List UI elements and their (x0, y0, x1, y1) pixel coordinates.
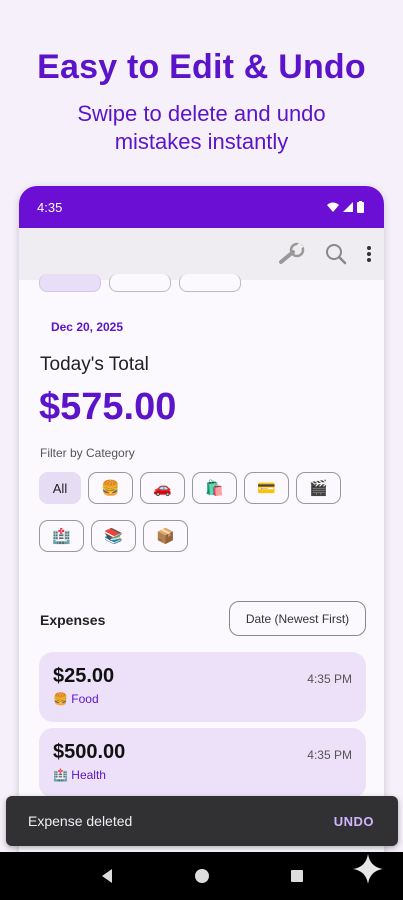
signal-icon (343, 202, 353, 212)
more-vert-icon[interactable] (366, 245, 372, 263)
sparkle-icon (353, 854, 383, 884)
expense-category: 🏥 Health (53, 768, 106, 782)
promo-title: Easy to Edit & Undo (37, 48, 366, 86)
top-chips-peek (39, 274, 241, 292)
promo-subtitle: Swipe to delete and undo mistakes instan… (0, 100, 403, 156)
category-chip-all[interactable]: All (39, 472, 81, 504)
category-chip-shopping[interactable]: 🛍️ (192, 472, 237, 504)
status-icons (327, 201, 364, 213)
category-chip-bills[interactable]: 💳 (244, 472, 289, 504)
snackbar-message: Expense deleted (28, 813, 133, 829)
category-chip-health[interactable]: 🏥 (39, 520, 84, 552)
search-icon[interactable] (324, 242, 348, 266)
home-icon[interactable] (194, 868, 210, 884)
expense-category: 🍔 Food (53, 692, 99, 706)
sort-button[interactable]: Date (Newest First) (229, 601, 366, 636)
total-value: $575.00 (39, 386, 177, 428)
app-bar (19, 228, 384, 292)
date-selector[interactable]: Dec 20, 2025 (39, 314, 135, 340)
category-chip-food[interactable]: 🍔 (88, 472, 133, 504)
category-row-1: All 🍔 🚗 🛍️ 💳 🎬 (39, 472, 341, 504)
category-chip-education[interactable]: 📚 (91, 520, 136, 552)
promo-subtitle-line1: Swipe to delete and undo (77, 101, 326, 126)
category-chip-other[interactable]: 📦 (143, 520, 188, 552)
system-nav-bar (0, 852, 403, 900)
expense-time: 4:35 PM (307, 672, 352, 686)
wrench-icon[interactable] (278, 242, 306, 266)
status-time: 4:35 (37, 199, 63, 215)
expense-time: 4:35 PM (307, 748, 352, 762)
category-chip-entertainment[interactable]: 🎬 (296, 472, 341, 504)
expense-card[interactable]: $500.00 4:35 PM 🏥 Health (39, 728, 366, 798)
snackbar: Expense deleted UNDO (6, 796, 398, 846)
phone-frame: 4:35 Dec 20, 2025 Today's Total $575.00 … (19, 186, 384, 900)
undo-button[interactable]: UNDO (334, 814, 374, 829)
filter-label: Filter by Category (40, 446, 135, 460)
expense-card[interactable]: $25.00 4:35 PM 🍔 Food (39, 652, 366, 722)
promo-subtitle-line2: mistakes instantly (114, 129, 289, 154)
battery-icon (357, 201, 364, 213)
category-chip-transport[interactable]: 🚗 (140, 472, 185, 504)
wifi-icon (327, 202, 339, 212)
expenses-label: Expenses (40, 612, 106, 628)
back-icon[interactable] (100, 868, 114, 884)
recents-icon[interactable] (290, 869, 304, 883)
category-row-2: 🏥 📚 📦 (39, 520, 188, 552)
status-bar: 4:35 (19, 186, 384, 228)
total-label: Today's Total (40, 354, 149, 375)
